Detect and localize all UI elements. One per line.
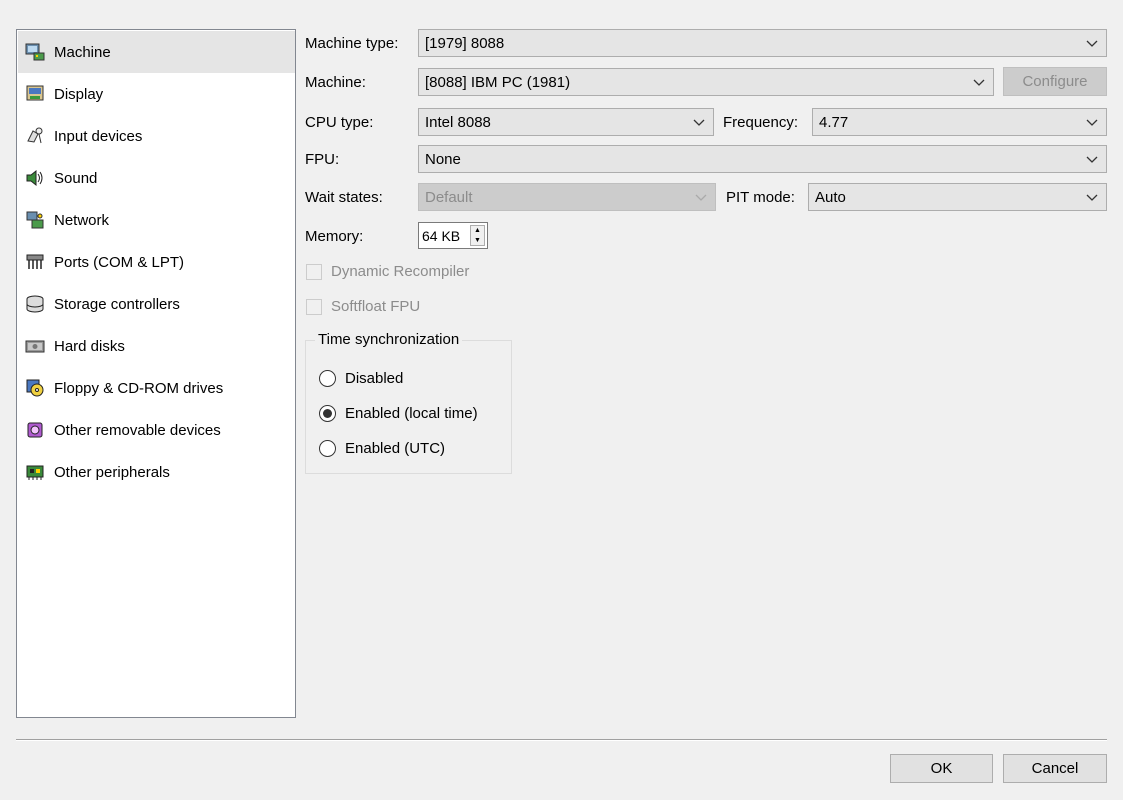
settings-category-list[interactable]: Machine Display Input devices Sound Netw…: [16, 29, 296, 718]
chevron-down-icon: [1086, 194, 1098, 201]
ok-button[interactable]: OK: [890, 754, 993, 783]
wait-states-value: Default: [425, 188, 473, 206]
wait-states-select[interactable]: Default: [418, 183, 716, 211]
sidebar-item-label: Network: [54, 211, 110, 229]
checkbox-box[interactable]: [306, 263, 322, 280]
frequency-label: Frequency:: [723, 114, 799, 131]
cpu-type-value: Intel 8088: [425, 113, 491, 131]
sidebar-item-hard-disks[interactable]: Hard disks: [18, 325, 295, 367]
memory-spinbox[interactable]: 64 KB ▲ ▼: [418, 222, 488, 249]
machine-select[interactable]: [8088] IBM PC (1981): [418, 68, 994, 96]
pit-mode-select[interactable]: Auto: [808, 183, 1107, 211]
dialog-separator: [16, 739, 1107, 741]
sidebar-item-label: Display: [54, 85, 104, 103]
sidebar-item-display[interactable]: Display: [18, 73, 295, 115]
floppy-cdrom-icon: [24, 377, 46, 399]
hard-disk-icon: [24, 335, 46, 357]
configure-button[interactable]: Configure: [1003, 67, 1107, 96]
memory-value: 64 KB: [422, 227, 461, 244]
sidebar-item-ports[interactable]: Ports (COM & LPT): [18, 241, 295, 283]
chevron-down-icon: [695, 194, 707, 201]
softfloat-fpu-label: Softfloat FPU: [331, 298, 421, 315]
pit-mode-label: PIT mode:: [726, 189, 795, 206]
chevron-down-icon: [973, 79, 985, 86]
ok-button-label: OK: [930, 760, 953, 777]
sidebar-item-label: Input devices: [54, 127, 143, 145]
sidebar-item-label: Ports (COM & LPT): [54, 253, 185, 271]
sidebar-item-machine[interactable]: Machine: [18, 31, 295, 73]
radio-label: Enabled (UTC): [345, 440, 446, 457]
sidebar-item-label: Other peripherals: [54, 463, 170, 481]
radio-dot[interactable]: [319, 405, 336, 422]
memory-label: Memory:: [305, 228, 364, 245]
spin-down-icon[interactable]: ▼: [471, 236, 484, 246]
sidebar-item-floppy-cdrom[interactable]: Floppy & CD-ROM drives: [18, 367, 295, 409]
display-icon: [24, 83, 46, 105]
radio-dot[interactable]: [319, 440, 336, 457]
ports-icon: [24, 251, 46, 273]
machine-type-select[interactable]: [1979] 8088: [418, 29, 1107, 57]
sidebar-item-label: Hard disks: [54, 337, 125, 355]
sidebar-item-label: Machine: [54, 43, 111, 61]
wait-states-label: Wait states:: [305, 189, 383, 206]
cpu-type-label: CPU type:: [305, 114, 374, 131]
chevron-down-icon: [1086, 156, 1098, 163]
pit-mode-value: Auto: [815, 188, 846, 206]
dynamic-recompiler-checkbox[interactable]: Dynamic Recompiler: [306, 263, 469, 280]
time-sync-group: Time synchronization Disabled Enabled (l…: [305, 331, 512, 474]
radio-label: Enabled (local time): [345, 405, 478, 422]
time-sync-local-radio[interactable]: Enabled (local time): [319, 405, 478, 422]
sidebar-item-storage-controllers[interactable]: Storage controllers: [18, 283, 295, 325]
configure-button-label: Configure: [1022, 73, 1088, 90]
machine-icon: [24, 41, 46, 63]
input-devices-icon: [24, 125, 46, 147]
peripherals-icon: [24, 461, 46, 483]
sidebar-item-label: Storage controllers: [54, 295, 180, 313]
sidebar-item-label: Sound: [54, 169, 98, 187]
sidebar-item-input-devices[interactable]: Input devices: [18, 115, 295, 157]
removable-devices-icon: [24, 419, 46, 441]
dynamic-recompiler-label: Dynamic Recompiler: [331, 263, 470, 280]
spin-up-icon[interactable]: ▲: [471, 226, 484, 236]
cancel-button-label: Cancel: [1031, 760, 1079, 777]
network-icon: [24, 209, 46, 231]
checkbox-box[interactable]: [306, 298, 322, 315]
radio-dot[interactable]: [319, 370, 336, 387]
machine-type-value: [1979] 8088: [425, 34, 505, 52]
sidebar-item-sound[interactable]: Sound: [18, 157, 295, 199]
time-sync-title: Time synchronization: [315, 331, 463, 348]
cpu-type-select[interactable]: Intel 8088: [418, 108, 714, 136]
sidebar-item-label: Other removable devices: [54, 421, 221, 439]
time-sync-utc-radio[interactable]: Enabled (UTC): [319, 440, 445, 457]
chevron-down-icon: [1086, 40, 1098, 47]
fpu-value: None: [425, 150, 461, 168]
softfloat-fpu-checkbox[interactable]: Softfloat FPU: [306, 298, 420, 315]
machine-type-label: Machine type:: [305, 35, 399, 52]
chevron-down-icon: [1086, 119, 1098, 126]
fpu-label: FPU:: [305, 151, 340, 168]
sidebar-item-other-peripherals[interactable]: Other peripherals: [18, 451, 295, 493]
chevron-down-icon: [693, 119, 705, 126]
sidebar-item-removable-devices[interactable]: Other removable devices: [18, 409, 295, 451]
frequency-select[interactable]: 4.77: [812, 108, 1107, 136]
fpu-select[interactable]: None: [418, 145, 1107, 173]
sidebar-item-network[interactable]: Network: [18, 199, 295, 241]
sound-icon: [24, 167, 46, 189]
time-sync-disabled-radio[interactable]: Disabled: [319, 370, 403, 387]
machine-value: [8088] IBM PC (1981): [425, 73, 571, 91]
cancel-button[interactable]: Cancel: [1003, 754, 1107, 783]
memory-spin-buttons[interactable]: ▲ ▼: [470, 225, 485, 246]
radio-label: Disabled: [345, 370, 404, 387]
machine-label: Machine:: [305, 74, 366, 91]
sidebar-item-label: Floppy & CD-ROM drives: [54, 379, 224, 397]
storage-controllers-icon: [24, 293, 46, 315]
frequency-value: 4.77: [819, 113, 849, 131]
